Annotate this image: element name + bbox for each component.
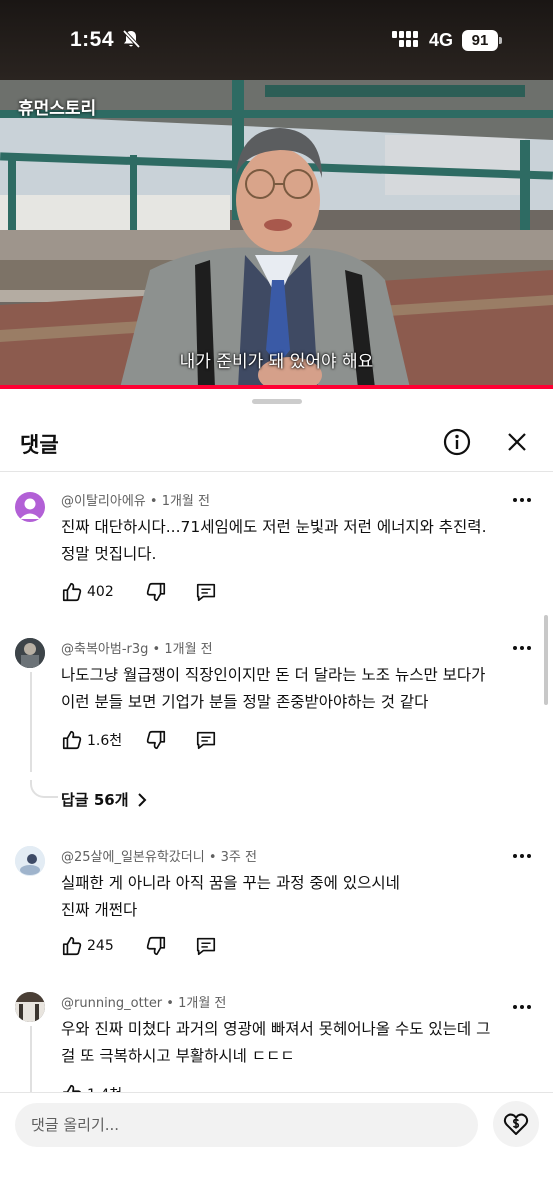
thread-line — [30, 1026, 32, 1092]
battery-icon: 91 — [462, 30, 498, 51]
battery-tip — [499, 37, 502, 44]
comment-text-line: 진짜 대단하시다...71세임에도 저런 눈빛과 저런 에너지와 추진력. — [61, 518, 487, 536]
user-icon — [20, 498, 40, 519]
avatar-photo — [15, 638, 45, 668]
comment-author[interactable]: @축복아범-r3g — [61, 642, 148, 657]
comment-actions: 245 — [61, 934, 217, 958]
more-options-icon[interactable] — [512, 1004, 532, 1010]
thumbs-up-icon[interactable] — [61, 935, 83, 957]
comment-time: 1개월 전 — [178, 996, 227, 1011]
reply-icon[interactable] — [195, 729, 217, 751]
video-frame — [0, 80, 553, 388]
video-subtitle: 내가 준비가 돼 있어야 해요 — [179, 352, 374, 372]
comment-meta: @running_otter • 1개월 전 — [61, 996, 227, 1011]
comment-author[interactable]: @running_otter — [61, 996, 162, 1011]
comment-text: 실패한 게 아니라 아직 꿈을 꾸는 과정 중에 있으시네 진짜 개쩐다 — [61, 870, 531, 924]
comment-input-bar — [0, 1092, 553, 1200]
avatar[interactable] — [15, 846, 45, 876]
comment-meta: @이탈리아에유 • 1개월 전 — [61, 494, 210, 509]
comment-text-line: 진짜 개쩐다 — [61, 901, 138, 919]
thumbs-down-icon[interactable] — [145, 581, 167, 603]
comment-time: 1개월 전 — [161, 494, 210, 509]
status-bar: 1:54 4G 91 — [0, 0, 553, 80]
comment-time: 1개월 전 — [164, 642, 213, 657]
scrollbar[interactable] — [544, 615, 548, 705]
reply-icon[interactable] — [195, 581, 217, 603]
network-type: 4G — [429, 30, 454, 50]
comment-text: 나도그냥 월급쟁이 직장인이지만 돈 더 달라는 노조 뉴스만 보다가 이런 분… — [61, 662, 531, 716]
like-count: 1.6천 — [87, 733, 123, 749]
status-time: 1:54 — [70, 28, 115, 51]
info-icon[interactable] — [443, 428, 471, 456]
comment-text-line: 우와 진짜 미쳤다 과거의 영광에 빠져서 못헤어나올 수도 있는데 그 — [61, 1020, 491, 1038]
thumbs-down-icon[interactable] — [145, 729, 167, 751]
heart-dollar-icon — [503, 1113, 529, 1135]
video-player[interactable]: 휴먼스토리 내가 준비가 돼 있어야 해요 — [0, 80, 553, 388]
comment-author[interactable]: @25살에_일본유학갔더니 — [61, 850, 205, 865]
comment-text-line: 나도그냥 월급쟁이 직장인이지만 돈 더 달라는 노조 뉴스만 보다가 — [61, 666, 486, 684]
avatar[interactable] — [15, 492, 45, 522]
avatar-photo — [15, 846, 45, 876]
comment-text-line: 이런 분들 보면 기업가 분들 정말 존중받아야하는 것 같다 — [61, 693, 429, 711]
comment-text: 우와 진짜 미쳤다 과거의 영광에 빠져서 못헤어나올 수도 있는데 그 걸 또… — [61, 1016, 531, 1070]
thumbs-down-icon[interactable] — [145, 935, 167, 957]
like-count: 245 — [87, 938, 114, 954]
comment-meta: @축복아범-r3g • 1개월 전 — [61, 642, 213, 657]
more-options-icon[interactable] — [512, 645, 532, 651]
avatar[interactable] — [15, 638, 45, 668]
comment-time: 3주 전 — [220, 850, 257, 865]
comment-text: 진짜 대단하시다...71세임에도 저런 눈빛과 저런 에너지와 추진력. 정말… — [61, 514, 531, 568]
comment-meta: @25살에_일본유학갔더니 • 3주 전 — [61, 850, 257, 865]
channel-watermark: 휴먼스토리 — [18, 99, 97, 119]
signal-icon — [392, 31, 418, 47]
replies-count: 답글 56개 — [61, 791, 129, 809]
thumbs-up-icon[interactable] — [61, 581, 83, 603]
chevron-right-icon — [137, 792, 146, 807]
comment-text-line: 정말 멋집니다. — [61, 545, 157, 563]
thumbs-up-icon[interactable] — [61, 729, 83, 751]
comment-text-line: 실패한 게 아니라 아직 꿈을 꾸는 과정 중에 있으시네 — [61, 874, 400, 892]
comment-author[interactable]: @이탈리아에유 — [61, 494, 146, 509]
view-replies-button[interactable]: 답글 56개 — [61, 789, 147, 810]
more-options-icon[interactable] — [512, 497, 532, 503]
comments-title: 댓글 — [20, 433, 59, 457]
more-options-icon[interactable] — [512, 853, 532, 859]
comment-actions: 402 — [61, 580, 217, 604]
like-count: 402 — [87, 584, 114, 600]
thread-line — [30, 672, 32, 772]
comment-text-line: 걸 또 극복하시고 부활하시네 ㄷㄷㄷ — [61, 1047, 295, 1065]
super-thanks-button[interactable] — [493, 1101, 539, 1147]
avatar-photo — [15, 992, 45, 1022]
comment-actions: 1.6천 — [61, 728, 217, 752]
drag-handle[interactable] — [252, 399, 302, 404]
reply-icon[interactable] — [195, 935, 217, 957]
avatar[interactable] — [15, 992, 45, 1022]
comment-input[interactable] — [15, 1103, 478, 1147]
close-icon[interactable] — [505, 430, 529, 454]
header-divider — [0, 471, 553, 472]
bell-muted-icon — [122, 29, 141, 49]
